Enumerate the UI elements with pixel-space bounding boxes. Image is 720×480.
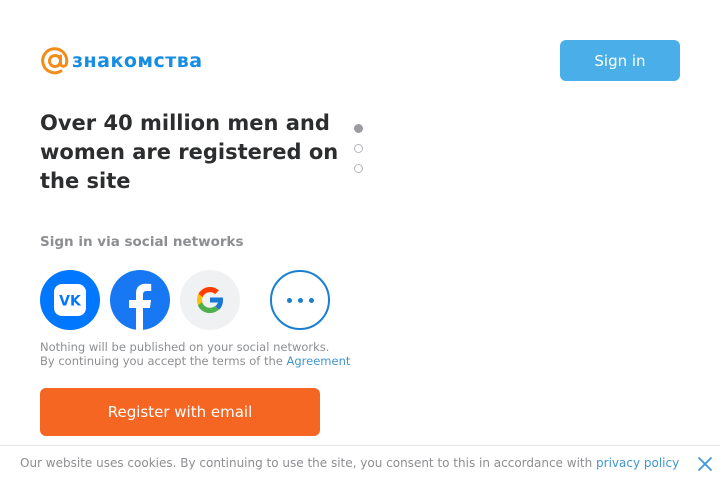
sign-in-button[interactable]: Sign in: [560, 40, 680, 81]
carousel-indicators: [354, 124, 363, 184]
carousel-dot-1[interactable]: [354, 124, 363, 133]
page-headline: Over 40 million men and women are regist…: [40, 111, 339, 193]
carousel-dot-3[interactable]: [354, 164, 363, 173]
cookie-banner: Our website uses cookies. By continuing …: [0, 445, 720, 480]
cookie-text: Our website uses cookies. By continuing …: [20, 456, 597, 470]
google-signin-button[interactable]: [180, 270, 240, 330]
at-sign-logo-icon: [41, 47, 69, 75]
cookie-message: Our website uses cookies. By continuing …: [20, 456, 679, 470]
vk-icon: VK: [54, 284, 86, 316]
carousel-dot-2[interactable]: [354, 144, 363, 153]
google-icon: [196, 286, 224, 314]
vk-signin-button[interactable]: VK: [40, 270, 100, 330]
disclaimer-line-2: By continuing you accept the terms of th…: [40, 354, 350, 368]
facebook-signin-button[interactable]: [110, 270, 170, 330]
register-with-email-button[interactable]: Register with email: [40, 388, 320, 436]
agreement-link[interactable]: Agreement: [287, 354, 351, 368]
privacy-policy-link[interactable]: privacy policy: [596, 456, 679, 470]
site-logo[interactable]: знакомства: [40, 46, 203, 76]
svg-text:VK: VK: [59, 294, 82, 310]
disclaimer-line-1: Nothing will be published on your social…: [40, 340, 330, 354]
close-icon[interactable]: [696, 455, 714, 473]
more-icon: [286, 297, 314, 303]
logo-text: знакомства: [72, 50, 203, 72]
social-disclaimer: Nothing will be published on your social…: [40, 340, 350, 368]
social-signin-heading: Sign in via social networks: [40, 234, 244, 250]
facebook-icon: [129, 283, 152, 330]
disclaimer-prefix: By continuing you accept the terms of th…: [40, 354, 287, 368]
more-options-button[interactable]: [270, 270, 330, 330]
